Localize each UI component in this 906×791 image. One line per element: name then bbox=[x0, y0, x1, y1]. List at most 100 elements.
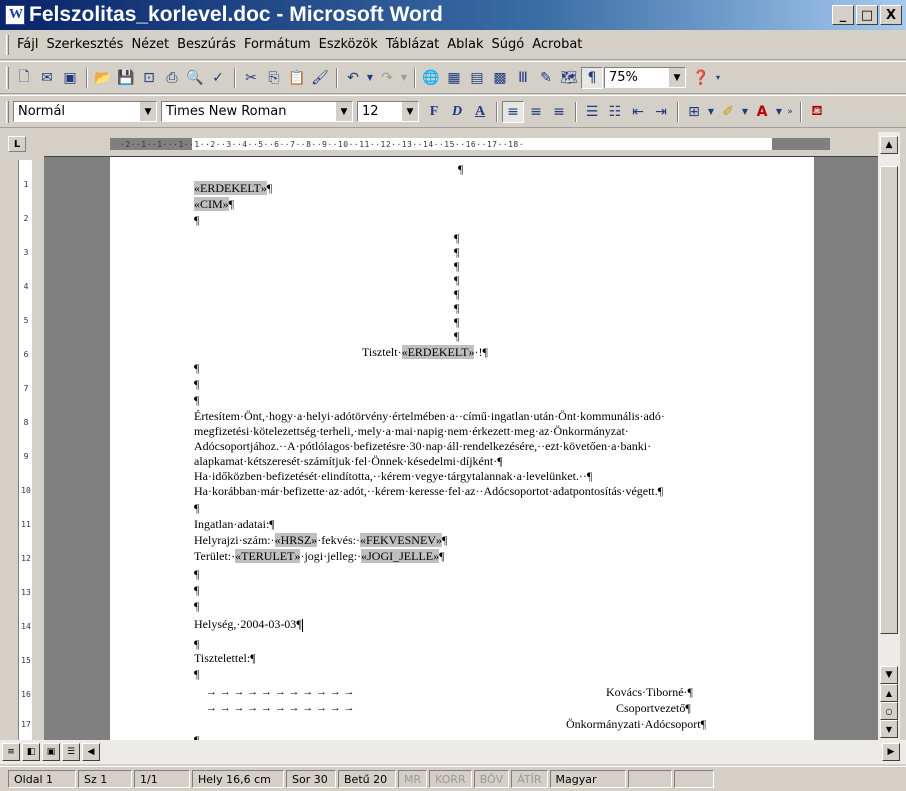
body-line[interactable]: Ha·korábban·már·befizette·az·adót,··kére… bbox=[194, 484, 663, 498]
merge-field-fekvesnev[interactable]: «FEKVESNEV» bbox=[359, 533, 442, 547]
font-select[interactable]: Times New Roman ▼ bbox=[161, 101, 353, 122]
new-document-icon[interactable]: 🗋 bbox=[13, 67, 35, 89]
redo-icon[interactable]: ↷ bbox=[376, 67, 398, 89]
copy-icon[interactable]: ⎘ bbox=[263, 67, 285, 89]
closing-line[interactable]: Tisztelettel:¶ bbox=[194, 651, 256, 665]
body-line[interactable]: Adócsoportjához.··A·pótlólagos·befizetés… bbox=[194, 439, 651, 453]
insert-table-icon[interactable]: ▤ bbox=[466, 67, 488, 89]
borders-icon[interactable]: ⊞ bbox=[683, 101, 705, 123]
address-line-1[interactable]: «ERDEKELT»¶ bbox=[194, 181, 272, 195]
merge-field-erdekelt[interactable]: «ERDEKELT» bbox=[401, 345, 475, 359]
menu-window[interactable]: Ablak bbox=[443, 34, 487, 55]
maximize-button[interactable]: □ bbox=[856, 5, 878, 25]
document-map-icon[interactable]: 🗺 bbox=[558, 67, 580, 89]
horizontal-scrollbar[interactable]: ≡ ◧ ▣ ☰ ◀ ▶ bbox=[0, 740, 906, 764]
document-area[interactable]: ¶ «ERDEKELT»¶ «CIM»¶ ¶ ¶ ¶ ¶ ¶ ¶ ¶ ¶ ¶ T… bbox=[44, 156, 878, 740]
style-select[interactable]: Normál ▼ bbox=[13, 101, 157, 122]
status-position[interactable]: Hely 16,6 cm bbox=[192, 770, 284, 788]
menu-view[interactable]: Nézet bbox=[127, 34, 173, 55]
chevron-down-icon[interactable]: ▼ bbox=[336, 102, 352, 121]
help-icon[interactable]: ❓ bbox=[690, 67, 712, 89]
chevron-down-icon[interactable]: ▼ bbox=[669, 68, 685, 87]
body-line[interactable]: Értesítem·Önt,·hogy·a·helyi·adótörvény·é… bbox=[194, 409, 665, 423]
status-language[interactable]: Magyar bbox=[549, 770, 626, 788]
status-pages[interactable]: 1/1 bbox=[134, 770, 190, 788]
scroll-right-icon[interactable]: ▶ bbox=[882, 743, 900, 761]
status-overtype[interactable]: ÁTÍR bbox=[511, 770, 548, 788]
toolbar-options-icon[interactable]: ▾ bbox=[713, 67, 723, 89]
body-line[interactable]: megfizetési·kötelezettség·terheli,·mely·… bbox=[194, 424, 629, 438]
menu-help[interactable]: Súgó bbox=[488, 34, 529, 55]
align-right-icon[interactable]: ≡ bbox=[548, 101, 570, 123]
minimize-button[interactable]: _ bbox=[832, 5, 854, 25]
zoom-select[interactable]: 75% ▼ bbox=[604, 67, 686, 88]
scroll-down-icon[interactable]: ▼ bbox=[880, 666, 898, 684]
undo-icon[interactable]: ↶ bbox=[342, 67, 364, 89]
body-line[interactable]: Ha·időközben·befizetését·elindította,··k… bbox=[194, 469, 592, 483]
format-painter-icon[interactable]: 🖌 bbox=[309, 67, 331, 89]
merge-field-erdekelt[interactable]: «ERDEKELT» bbox=[194, 181, 267, 195]
select-browse-object-icon[interactable]: ○ bbox=[880, 702, 898, 720]
print-icon[interactable]: ⎙ bbox=[161, 67, 183, 89]
font-color-icon[interactable]: A bbox=[751, 101, 773, 123]
status-extend[interactable]: BŐV bbox=[473, 770, 510, 788]
redo-dropdown-icon[interactable]: ▼ bbox=[399, 67, 409, 89]
increase-indent-icon[interactable]: ⇥ bbox=[650, 101, 672, 123]
menu-acrobat[interactable]: Acrobat bbox=[528, 34, 586, 55]
status-section[interactable]: Sz 1 bbox=[78, 770, 132, 788]
menubar-grip[interactable] bbox=[6, 34, 9, 55]
save-web-icon[interactable]: ▣ bbox=[59, 67, 81, 89]
tab-selector-button[interactable]: L bbox=[8, 136, 26, 152]
bullets-icon[interactable]: ☷ bbox=[604, 101, 626, 123]
scroll-up-icon[interactable]: ▲ bbox=[880, 136, 898, 154]
word-app-icon[interactable] bbox=[5, 5, 25, 25]
merge-field-cim[interactable]: «CIM» bbox=[194, 197, 229, 211]
undo-dropdown-icon[interactable]: ▼ bbox=[365, 67, 375, 89]
document-page[interactable]: ¶ «ERDEKELT»¶ «CIM»¶ ¶ ¶ ¶ ¶ ¶ ¶ ¶ ¶ ¶ T… bbox=[110, 157, 814, 740]
menu-tools[interactable]: Eszközök bbox=[315, 34, 382, 55]
highlight-dropdown-icon[interactable]: ▼ bbox=[740, 101, 750, 123]
signature-org[interactable]: Önkormányzati·Adócsoport¶ bbox=[566, 717, 706, 731]
close-button[interactable]: X bbox=[880, 5, 902, 25]
merge-field-terulet[interactable]: «TERULET» bbox=[235, 549, 301, 563]
body-line[interactable]: alapkamat·kétszeresét·számítjuk·fel·Önne… bbox=[194, 454, 503, 468]
status-column[interactable]: Betű 20 bbox=[338, 770, 396, 788]
previous-page-icon[interactable]: ▲ bbox=[880, 684, 898, 702]
open-icon[interactable]: 📂 bbox=[92, 67, 114, 89]
toolbar-grip[interactable] bbox=[6, 100, 9, 123]
open-web-icon[interactable]: ✉ bbox=[36, 67, 58, 89]
status-line[interactable]: Sor 30 bbox=[286, 770, 336, 788]
toolbar-grip[interactable] bbox=[6, 66, 9, 89]
toolbar-options-icon[interactable]: » bbox=[785, 101, 795, 123]
spelling-icon[interactable]: ✓ bbox=[207, 67, 229, 89]
web-layout-icon[interactable]: ◧ bbox=[22, 743, 40, 761]
bold-button[interactable]: F bbox=[423, 101, 445, 123]
property-heading[interactable]: Ingatlan·adatai:¶ bbox=[194, 517, 275, 531]
print-preview-icon[interactable]: 🔍 bbox=[184, 67, 206, 89]
underline-button[interactable]: A bbox=[469, 101, 491, 123]
borders-dropdown-icon[interactable]: ▼ bbox=[706, 101, 716, 123]
insert-excel-icon[interactable]: ▩ bbox=[489, 67, 511, 89]
italic-button[interactable]: D bbox=[446, 101, 468, 123]
cut-icon[interactable]: ✂ bbox=[240, 67, 262, 89]
decrease-indent-icon[interactable]: ⇤ bbox=[627, 101, 649, 123]
align-center-icon[interactable]: ≡ bbox=[525, 101, 547, 123]
scroll-left-icon[interactable]: ◀ bbox=[82, 743, 100, 761]
acrobat-pdf-icon[interactable]: ⛾ bbox=[806, 101, 828, 123]
paste-icon[interactable]: 📋 bbox=[286, 67, 308, 89]
hyperlink-icon[interactable]: 🌐 bbox=[420, 67, 442, 89]
merge-field-jogi-jelle[interactable]: «JOGI_JELLE» bbox=[361, 549, 440, 563]
font-size-select[interactable]: 12 ▼ bbox=[357, 101, 419, 122]
columns-icon[interactable]: Ⅲ bbox=[512, 67, 534, 89]
menu-format[interactable]: Formátum bbox=[240, 34, 315, 55]
signature-name[interactable]: Kovács·Tiborné·¶ bbox=[606, 685, 693, 699]
print-layout-icon[interactable]: ▣ bbox=[42, 743, 60, 761]
status-page[interactable]: Oldal 1 bbox=[8, 770, 76, 788]
vertical-scrollbar[interactable]: ▲ ▼ ▲ ○ ▼ bbox=[878, 132, 900, 740]
save-icon[interactable]: 💾 bbox=[115, 67, 137, 89]
align-left-icon[interactable]: ≡ bbox=[502, 100, 524, 123]
highlight-icon[interactable]: ✐ bbox=[717, 101, 739, 123]
chevron-down-icon[interactable]: ▼ bbox=[140, 102, 156, 121]
numbering-icon[interactable]: ☰ bbox=[581, 101, 603, 123]
menu-insert[interactable]: Beszúrás bbox=[173, 34, 240, 55]
